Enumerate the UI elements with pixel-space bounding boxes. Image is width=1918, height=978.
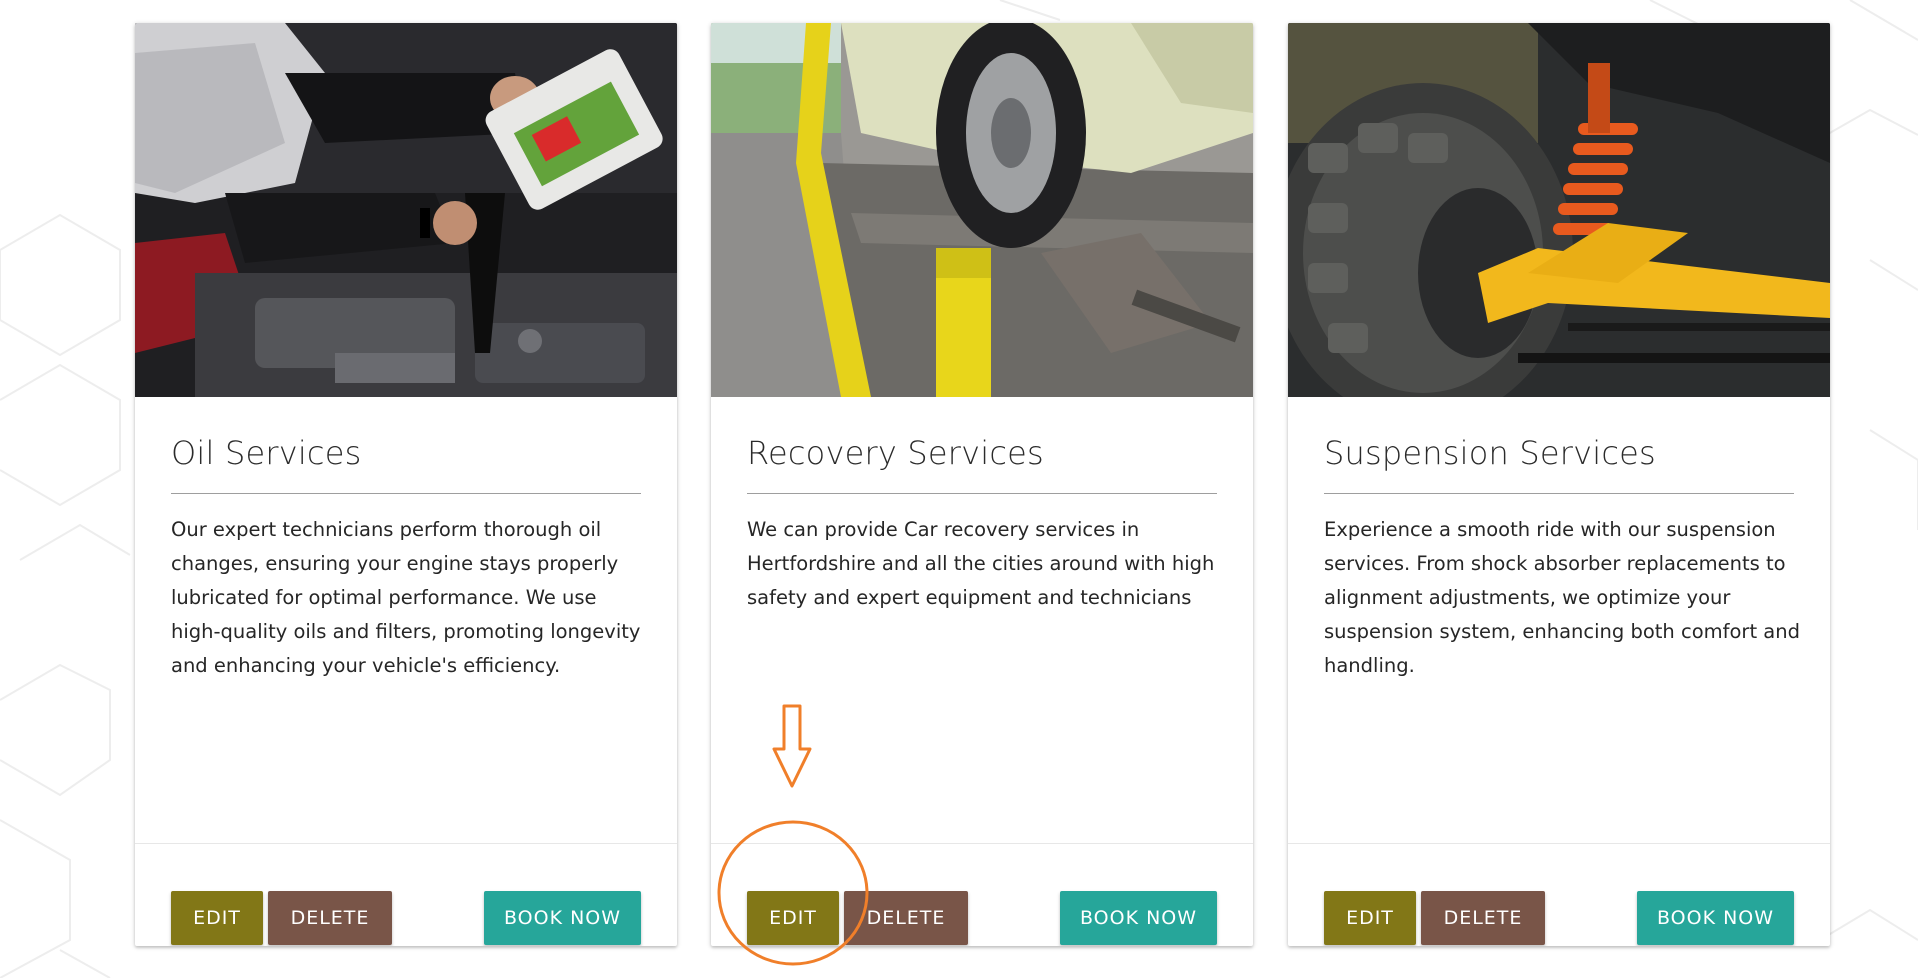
edit-button[interactable]: EDIT <box>1324 891 1416 945</box>
card-title: Suspension Services <box>1324 434 1656 472</box>
book-now-button[interactable]: BOOK NOW <box>1060 891 1217 945</box>
divider <box>1324 493 1794 494</box>
tow-truck-photo <box>711 23 1253 397</box>
delete-button[interactable]: DELETE <box>844 891 968 945</box>
card-description: Our expert technicians perform thorough … <box>171 518 641 677</box>
service-card-recovery: Recovery Services We can provide Car rec… <box>711 23 1253 946</box>
oil-change-photo <box>135 23 677 397</box>
book-now-button[interactable]: BOOK NOW <box>1637 891 1794 945</box>
book-now-button[interactable]: BOOK NOW <box>484 891 641 945</box>
service-card-oil: Oil Services Our expert technicians perf… <box>135 23 677 946</box>
card-action-bar: EDIT DELETE BOOK NOW <box>1288 843 1830 946</box>
card-description: Experience a smooth ride with our suspen… <box>1324 518 1800 677</box>
suspension-photo <box>1288 23 1830 397</box>
card-action-bar: EDIT DELETE BOOK NOW <box>135 843 677 946</box>
delete-button[interactable]: DELETE <box>1421 891 1545 945</box>
edit-button[interactable]: EDIT <box>171 891 263 945</box>
delete-button[interactable]: DELETE <box>268 891 392 945</box>
card-action-bar: EDIT DELETE BOOK NOW <box>711 843 1253 946</box>
card-title: Oil Services <box>171 434 362 472</box>
divider <box>171 493 641 494</box>
edit-button[interactable]: EDIT <box>747 891 839 945</box>
services-page: Oil Services Our expert technicians perf… <box>0 0 1918 978</box>
service-card-suspension: Suspension Services Experience a smooth … <box>1288 23 1830 946</box>
card-description: We can provide Car recovery services in … <box>747 518 1215 609</box>
card-title: Recovery Services <box>747 434 1044 472</box>
divider <box>747 493 1217 494</box>
